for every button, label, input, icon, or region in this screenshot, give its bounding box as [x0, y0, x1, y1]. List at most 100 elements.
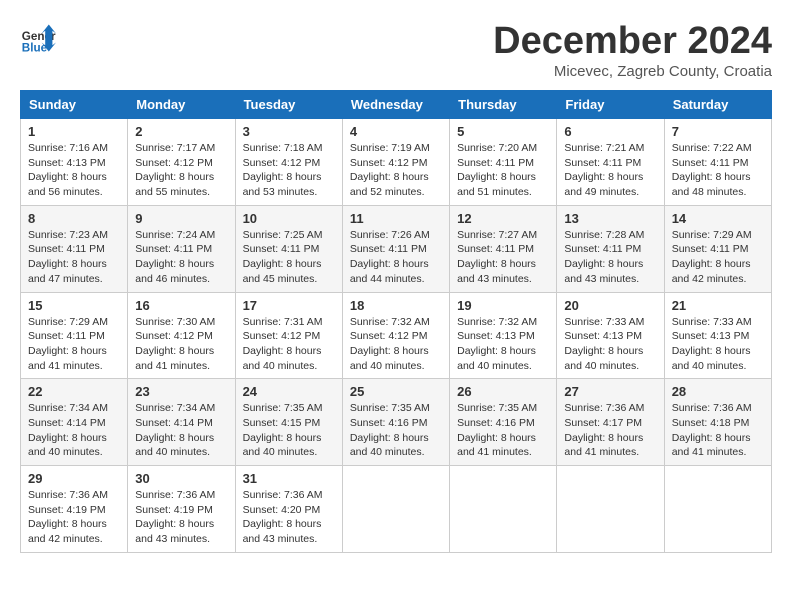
- sunrise-text: Sunrise: 7:36 AM: [243, 489, 323, 501]
- table-row: 22 Sunrise: 7:34 AM Sunset: 4:14 PM Dayl…: [21, 379, 128, 466]
- sunrise-text: Sunrise: 7:27 AM: [457, 229, 537, 241]
- table-row: 19 Sunrise: 7:32 AM Sunset: 4:13 PM Dayl…: [450, 292, 557, 379]
- day-number: 12: [457, 211, 549, 226]
- day-number: 20: [564, 298, 656, 313]
- day-info: Sunrise: 7:35 AM Sunset: 4:16 PM Dayligh…: [457, 401, 549, 460]
- sunset-text: Sunset: 4:16 PM: [457, 417, 535, 429]
- day-info: Sunrise: 7:28 AM Sunset: 4:11 PM Dayligh…: [564, 228, 656, 287]
- sunrise-text: Sunrise: 7:23 AM: [28, 229, 108, 241]
- day-number: 14: [672, 211, 764, 226]
- daylight-text: Daylight: 8 hours and 47 minutes.: [28, 258, 107, 285]
- sunset-text: Sunset: 4:11 PM: [672, 243, 749, 255]
- day-number: 1: [28, 124, 120, 139]
- sunset-text: Sunset: 4:12 PM: [243, 157, 321, 169]
- daylight-text: Daylight: 8 hours and 40 minutes.: [243, 432, 322, 459]
- col-tuesday: Tuesday: [235, 91, 342, 119]
- daylight-text: Daylight: 8 hours and 41 minutes.: [564, 432, 643, 459]
- day-info: Sunrise: 7:36 AM Sunset: 4:20 PM Dayligh…: [243, 488, 335, 547]
- daylight-text: Daylight: 8 hours and 45 minutes.: [243, 258, 322, 285]
- table-row: 16 Sunrise: 7:30 AM Sunset: 4:12 PM Dayl…: [128, 292, 235, 379]
- day-number: 5: [457, 124, 549, 139]
- sunset-text: Sunset: 4:11 PM: [28, 330, 105, 342]
- table-row: 17 Sunrise: 7:31 AM Sunset: 4:12 PM Dayl…: [235, 292, 342, 379]
- sunset-text: Sunset: 4:13 PM: [672, 330, 750, 342]
- day-number: 4: [350, 124, 442, 139]
- day-number: 27: [564, 384, 656, 399]
- sunrise-text: Sunrise: 7:35 AM: [350, 402, 430, 414]
- day-info: Sunrise: 7:24 AM Sunset: 4:11 PM Dayligh…: [135, 228, 227, 287]
- table-row: 10 Sunrise: 7:25 AM Sunset: 4:11 PM Dayl…: [235, 205, 342, 292]
- day-info: Sunrise: 7:35 AM Sunset: 4:15 PM Dayligh…: [243, 401, 335, 460]
- calendar-week-1: 1 Sunrise: 7:16 AM Sunset: 4:13 PM Dayli…: [21, 119, 772, 206]
- table-row: 30 Sunrise: 7:36 AM Sunset: 4:19 PM Dayl…: [128, 466, 235, 553]
- title-area: December 2024 Micevec, Zagreb County, Cr…: [493, 20, 772, 80]
- day-number: 17: [243, 298, 335, 313]
- sunset-text: Sunset: 4:17 PM: [564, 417, 642, 429]
- sunrise-text: Sunrise: 7:33 AM: [564, 316, 644, 328]
- day-number: 10: [243, 211, 335, 226]
- day-info: Sunrise: 7:19 AM Sunset: 4:12 PM Dayligh…: [350, 141, 442, 200]
- day-info: Sunrise: 7:21 AM Sunset: 4:11 PM Dayligh…: [564, 141, 656, 200]
- day-number: 24: [243, 384, 335, 399]
- table-row: 11 Sunrise: 7:26 AM Sunset: 4:11 PM Dayl…: [342, 205, 449, 292]
- daylight-text: Daylight: 8 hours and 52 minutes.: [350, 171, 429, 198]
- col-sunday: Sunday: [21, 91, 128, 119]
- day-info: Sunrise: 7:29 AM Sunset: 4:11 PM Dayligh…: [28, 315, 120, 374]
- daylight-text: Daylight: 8 hours and 40 minutes.: [28, 432, 107, 459]
- daylight-text: Daylight: 8 hours and 40 minutes.: [135, 432, 214, 459]
- daylight-text: Daylight: 8 hours and 40 minutes.: [243, 345, 322, 372]
- sunset-text: Sunset: 4:12 PM: [243, 330, 321, 342]
- day-info: Sunrise: 7:36 AM Sunset: 4:19 PM Dayligh…: [28, 488, 120, 547]
- daylight-text: Daylight: 8 hours and 48 minutes.: [672, 171, 751, 198]
- table-row: 12 Sunrise: 7:27 AM Sunset: 4:11 PM Dayl…: [450, 205, 557, 292]
- day-number: 29: [28, 471, 120, 486]
- daylight-text: Daylight: 8 hours and 43 minutes.: [457, 258, 536, 285]
- sunset-text: Sunset: 4:13 PM: [457, 330, 535, 342]
- day-number: 13: [564, 211, 656, 226]
- day-info: Sunrise: 7:23 AM Sunset: 4:11 PM Dayligh…: [28, 228, 120, 287]
- day-info: Sunrise: 7:36 AM Sunset: 4:17 PM Dayligh…: [564, 401, 656, 460]
- calendar-week-4: 22 Sunrise: 7:34 AM Sunset: 4:14 PM Dayl…: [21, 379, 772, 466]
- daylight-text: Daylight: 8 hours and 41 minutes.: [672, 432, 751, 459]
- sunrise-text: Sunrise: 7:34 AM: [28, 402, 108, 414]
- table-row: 15 Sunrise: 7:29 AM Sunset: 4:11 PM Dayl…: [21, 292, 128, 379]
- table-row: 8 Sunrise: 7:23 AM Sunset: 4:11 PM Dayli…: [21, 205, 128, 292]
- table-row: [450, 466, 557, 553]
- sunset-text: Sunset: 4:11 PM: [672, 157, 749, 169]
- day-info: Sunrise: 7:17 AM Sunset: 4:12 PM Dayligh…: [135, 141, 227, 200]
- daylight-text: Daylight: 8 hours and 40 minutes.: [457, 345, 536, 372]
- header-row: Sunday Monday Tuesday Wednesday Thursday…: [21, 91, 772, 119]
- col-wednesday: Wednesday: [342, 91, 449, 119]
- sunrise-text: Sunrise: 7:29 AM: [28, 316, 108, 328]
- day-info: Sunrise: 7:18 AM Sunset: 4:12 PM Dayligh…: [243, 141, 335, 200]
- sunset-text: Sunset: 4:11 PM: [457, 243, 534, 255]
- day-info: Sunrise: 7:32 AM Sunset: 4:13 PM Dayligh…: [457, 315, 549, 374]
- day-number: 11: [350, 211, 442, 226]
- daylight-text: Daylight: 8 hours and 43 minutes.: [243, 518, 322, 545]
- day-info: Sunrise: 7:30 AM Sunset: 4:12 PM Dayligh…: [135, 315, 227, 374]
- table-row: 3 Sunrise: 7:18 AM Sunset: 4:12 PM Dayli…: [235, 119, 342, 206]
- day-number: 15: [28, 298, 120, 313]
- day-info: Sunrise: 7:26 AM Sunset: 4:11 PM Dayligh…: [350, 228, 442, 287]
- day-info: Sunrise: 7:35 AM Sunset: 4:16 PM Dayligh…: [350, 401, 442, 460]
- day-number: 2: [135, 124, 227, 139]
- day-info: Sunrise: 7:29 AM Sunset: 4:11 PM Dayligh…: [672, 228, 764, 287]
- day-number: 9: [135, 211, 227, 226]
- day-number: 26: [457, 384, 549, 399]
- sunset-text: Sunset: 4:11 PM: [135, 243, 212, 255]
- daylight-text: Daylight: 8 hours and 41 minutes.: [28, 345, 107, 372]
- table-row: [342, 466, 449, 553]
- day-number: 8: [28, 211, 120, 226]
- sunset-text: Sunset: 4:19 PM: [135, 504, 213, 516]
- table-row: 2 Sunrise: 7:17 AM Sunset: 4:12 PM Dayli…: [128, 119, 235, 206]
- table-row: 27 Sunrise: 7:36 AM Sunset: 4:17 PM Dayl…: [557, 379, 664, 466]
- sunrise-text: Sunrise: 7:36 AM: [564, 402, 644, 414]
- day-number: 21: [672, 298, 764, 313]
- day-number: 6: [564, 124, 656, 139]
- sunrise-text: Sunrise: 7:21 AM: [564, 142, 644, 154]
- table-row: 18 Sunrise: 7:32 AM Sunset: 4:12 PM Dayl…: [342, 292, 449, 379]
- day-info: Sunrise: 7:22 AM Sunset: 4:11 PM Dayligh…: [672, 141, 764, 200]
- day-number: 22: [28, 384, 120, 399]
- daylight-text: Daylight: 8 hours and 40 minutes.: [672, 345, 751, 372]
- calendar-week-3: 15 Sunrise: 7:29 AM Sunset: 4:11 PM Dayl…: [21, 292, 772, 379]
